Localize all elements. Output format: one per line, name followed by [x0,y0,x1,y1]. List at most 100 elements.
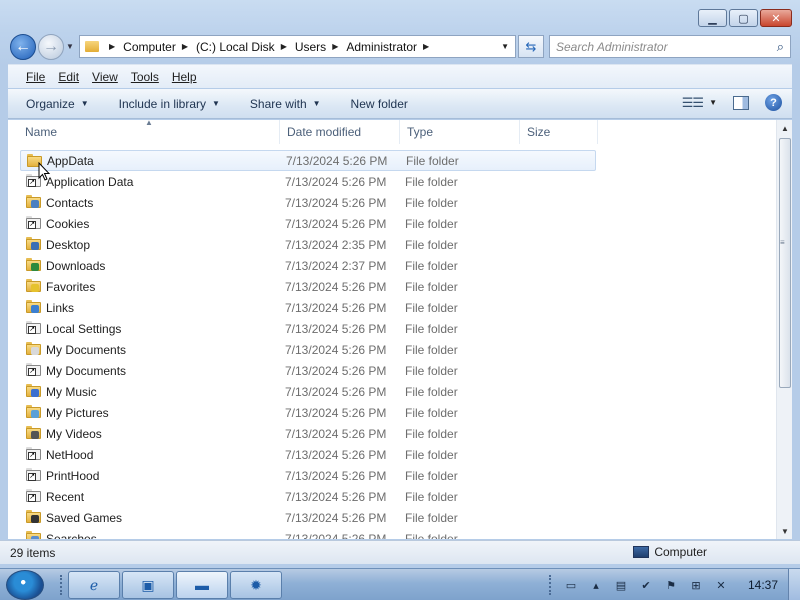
file-type: File folder [405,426,458,441]
desktop-folder-icon [26,237,41,251]
action-center-flag-icon[interactable]: ⚑ [663,577,679,593]
help-icon[interactable]: ? [765,94,782,111]
app-icon: ✹ [250,576,262,593]
file-row[interactable]: AppData 7/13/2024 5:26 PM File folder [20,150,596,171]
file-date-modified: 7/13/2024 5:26 PM [285,342,387,357]
file-row[interactable]: My Music 7/13/2024 5:26 PM File folder [20,381,596,402]
file-row[interactable]: My Videos 7/13/2024 5:26 PM File folder [20,423,596,444]
sort-ascending-icon: ▲ [145,120,153,127]
file-date-modified: 7/13/2024 5:26 PM [285,195,387,210]
column-header-date-modified[interactable]: Date modified [278,120,400,144]
file-type: File folder [405,510,458,525]
organize-button[interactable]: Organize ▼ [26,97,89,111]
chevron-down-icon: ▼ [212,99,220,108]
maximize-button[interactable]: ▢ [729,9,758,27]
chevron-right-icon[interactable]: ▶ [182,42,188,51]
file-type: File folder [405,363,458,378]
scrollbar-thumb[interactable] [779,138,791,388]
taskbar-internet-explorer[interactable]: ℯ [68,571,120,599]
file-name: Cookies [46,216,90,231]
menu-edit-label: Edit [58,69,80,84]
folder-icon [85,41,99,52]
taskbar-windows-explorer[interactable]: ▬ [176,571,228,599]
file-row[interactable]: Desktop 7/13/2024 2:35 PM File folder [20,234,596,255]
file-row[interactable]: My Pictures 7/13/2024 5:26 PM File folder [20,402,596,423]
vertical-scrollbar[interactable]: ▲ ≡ ▼ [776,120,792,539]
share-with-button[interactable]: Share with ▼ [250,97,321,111]
file-row[interactable]: ↗ NetHood 7/13/2024 5:26 PM File folder [20,444,596,465]
chevron-right-icon[interactable]: ▶ [109,42,115,51]
search-input[interactable]: Search Administrator ⌕ [549,35,791,58]
maximize-icon: ▢ [738,12,749,25]
refresh-button[interactable]: ⇆ [518,35,544,58]
recent-pages-dropdown-icon[interactable]: ▼ [66,42,74,51]
network-icon[interactable]: ⊞ [688,577,704,593]
file-row[interactable]: Searches 7/13/2024 5:26 PM File folder [20,528,596,539]
menu-view-label: View [92,69,118,84]
view-options-dropdown-icon[interactable]: ▼ [709,98,717,107]
file-row[interactable]: Contacts 7/13/2024 5:26 PM File folder [20,192,596,213]
file-row[interactable]: ↗ PrintHood 7/13/2024 5:26 PM File folder [20,465,596,486]
change-view-icon[interactable]: ☰☰ [682,95,704,111]
chevron-right-icon[interactable]: ▶ [281,42,287,51]
column-header-size[interactable]: Size [518,120,598,144]
file-name: My Music [46,384,97,399]
menu-help[interactable]: Help [172,70,197,84]
tray-overflow-icon[interactable]: ▴ [588,577,604,593]
breadcrumb-users[interactable]: Users [295,40,326,54]
column-header-type[interactable]: Type [398,120,520,144]
preview-pane-icon[interactable] [733,95,749,110]
breadcrumb-computer[interactable]: Computer [123,40,176,54]
scroll-up-icon[interactable]: ▲ [777,120,792,136]
new-folder-button[interactable]: New folder [351,97,408,111]
file-type: File folder [405,405,458,420]
search-icon[interactable]: ⌕ [777,39,784,55]
show-desktop-button[interactable] [788,569,800,600]
status-location-label: Computer [654,545,707,559]
navigation-bar: ← → ▼ ▶ Computer ▶ (C:) Local Disk ▶ Use… [0,32,800,60]
file-row[interactable]: My Documents 7/13/2024 5:26 PM File folder [20,339,596,360]
file-name: AppData [47,153,94,168]
include-in-library-button[interactable]: Include in library ▼ [119,97,220,111]
taskbar-clock[interactable]: 14:37 [738,578,788,592]
minimize-button[interactable]: ▁ [698,9,727,27]
file-row[interactable]: ↗ My Documents 7/13/2024 5:26 PM File folde… [20,360,596,381]
taskbar-app[interactable]: ✹ [230,571,282,599]
security-shield-icon[interactable]: ✔ [638,577,654,593]
forward-button[interactable]: → [38,34,64,60]
desktop-toolbar-icon[interactable]: ▭ [563,577,579,593]
file-row[interactable]: Saved Games 7/13/2024 5:26 PM File folder [20,507,596,528]
address-bar[interactable]: ▶ Computer ▶ (C:) Local Disk ▶ Users ▶ A… [79,35,516,58]
taskbar: ℯ ▣ ▬ ✹ ▭ ▴ ▤ ✔ ⚑ ⊞ ✕ 14:37 [0,568,800,600]
breadcrumb-administrator[interactable]: Administrator [346,40,417,54]
document-icon[interactable]: ▤ [613,577,629,593]
close-button[interactable]: ✕ [760,9,792,27]
file-row[interactable]: ↗ Cookies 7/13/2024 5:26 PM File folder [20,213,596,234]
file-row[interactable]: ↗ Application Data 7/13/2024 5:26 PM File f… [20,171,596,192]
menu-view[interactable]: View [92,70,118,84]
back-button[interactable]: ← [10,34,36,60]
file-row[interactable]: ↗ Recent 7/13/2024 5:26 PM File folder [20,486,596,507]
file-row[interactable]: Links 7/13/2024 5:26 PM File folder [20,297,596,318]
file-row[interactable]: Downloads 7/13/2024 2:37 PM File folder [20,255,596,276]
scroll-down-icon[interactable]: ▼ [777,523,792,539]
file-type: File folder [405,258,458,273]
taskbar-grip [60,575,64,595]
shortcut-folder-icon: ↗ [26,363,41,377]
file-row[interactable]: Favorites 7/13/2024 5:26 PM File folder [20,276,596,297]
chevron-right-icon[interactable]: ▶ [423,42,429,51]
command-bar: Organize ▼ Include in library ▼ Share with… [8,89,792,119]
file-row[interactable]: ↗ Local Settings 7/13/2024 5:26 PM File fol… [20,318,596,339]
file-type: File folder [405,489,458,504]
menu-tools[interactable]: Tools [131,70,159,84]
menu-edit[interactable]: Edit [58,70,79,84]
start-button[interactable] [6,570,44,600]
file-name: PrintHood [46,468,100,483]
menu-file[interactable]: File [26,70,45,84]
taskbar-network-window[interactable]: ▣ [122,571,174,599]
file-date-modified: 7/13/2024 5:26 PM [285,405,387,420]
chevron-right-icon[interactable]: ▶ [332,42,338,51]
volume-muted-icon[interactable]: ✕ [713,577,729,593]
breadcrumb-local-disk[interactable]: (C:) Local Disk [196,40,275,54]
address-history-dropdown-icon[interactable]: ▼ [501,42,509,51]
